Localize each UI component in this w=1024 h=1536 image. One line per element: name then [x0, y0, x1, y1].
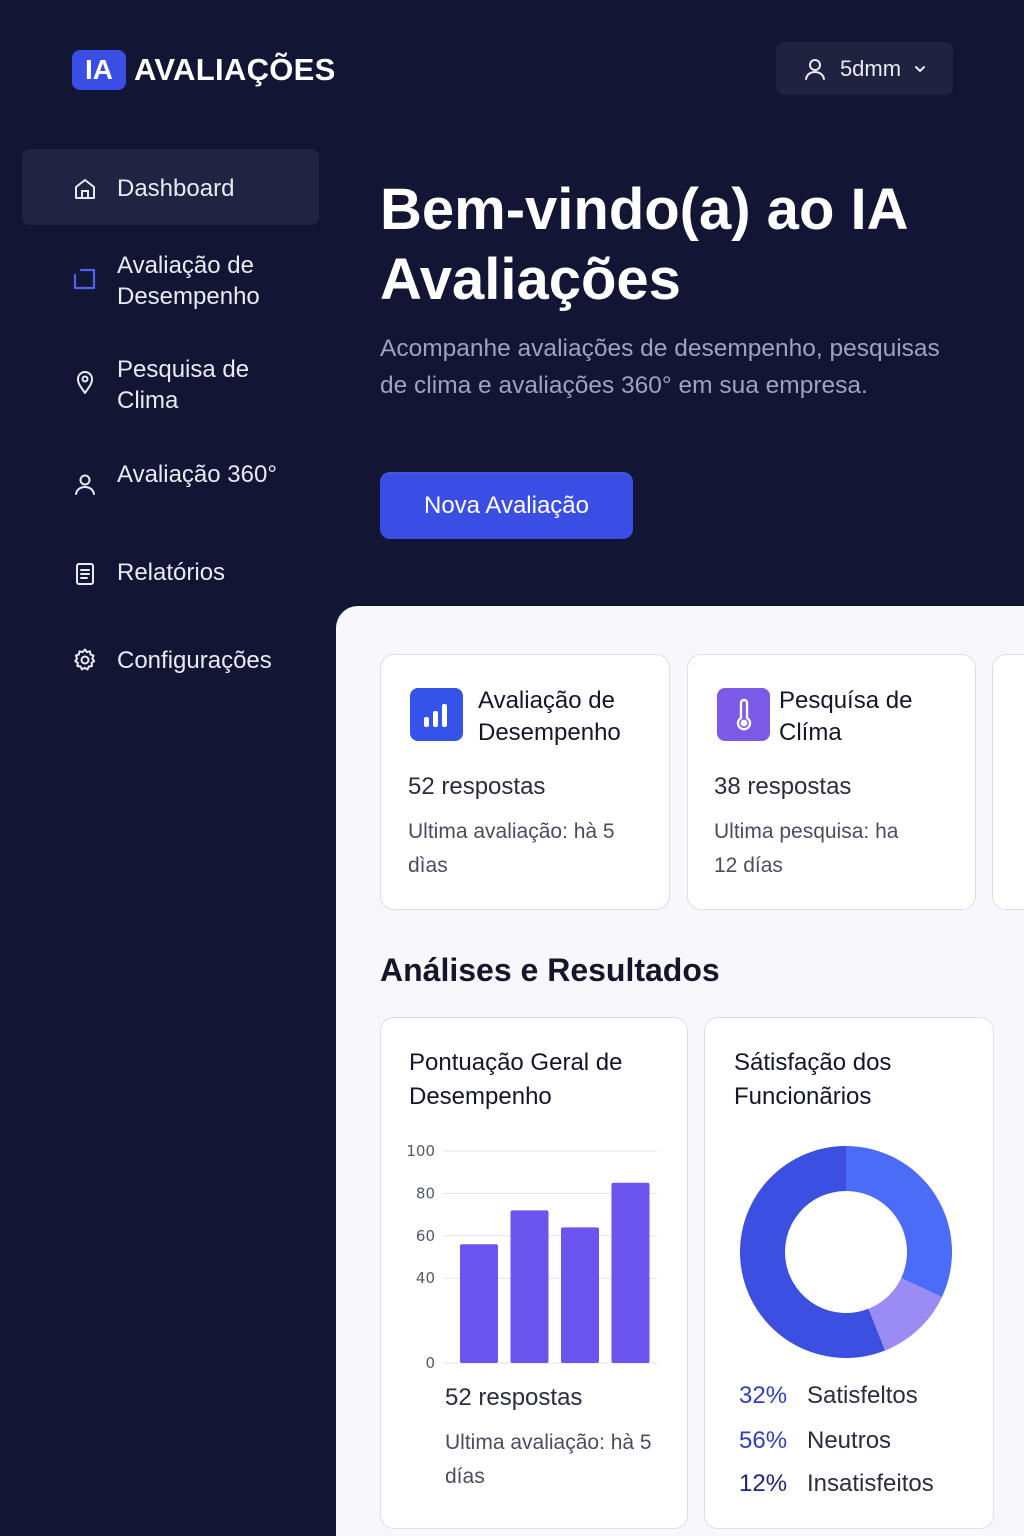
legend-item: 56% Neutros	[739, 1427, 891, 1455]
chart-meta: Ultima avaliação: hà 5 días	[445, 1431, 652, 1488]
card-meta: Ultima pesquisa: ha 12 días	[714, 820, 899, 877]
chart-count: 52 respostas	[445, 1384, 583, 1411]
section-title: Análises e Resultados	[380, 952, 720, 988]
logo-text: AVALIAÇÕES	[134, 52, 336, 87]
card-title: Pesquísa de Clíma	[779, 687, 913, 746]
sidebar-item-label: Configurações	[117, 647, 272, 674]
chart-title: Pontuação Geral de Desempenho	[409, 1049, 623, 1110]
y-tick-label: 40	[416, 1269, 435, 1287]
card-count: 52 respostas	[408, 773, 546, 800]
gear-icon	[74, 648, 96, 671]
summary-card-performance[interactable]: Avaliação de Desempenho 52 respostas Ult…	[380, 654, 670, 910]
rectangle-icon	[73, 268, 96, 290]
sidebar-item-settings[interactable]: Configurações	[22, 646, 319, 696]
legend-item: 32% Satisfeltos	[739, 1382, 918, 1410]
user-name: 5dmm	[839, 55, 902, 81]
chevron-down-icon	[915, 65, 926, 72]
legend-percent: 32%	[739, 1382, 788, 1409]
user-icon	[804, 58, 825, 80]
sidebar-item-label: Avaliação 360°	[117, 461, 277, 488]
card-meta: Ultima avaliação: hà 5 dìas	[408, 820, 615, 877]
page-title: Bem-vindo(a) ao IA Avaliações	[380, 177, 907, 312]
performance-chart-card: Pontuação Geral de Desempenho 0 40 60 80 100…	[380, 1017, 688, 1529]
y-tick-label: 100	[406, 1142, 435, 1160]
page-subtitle: Acompanhe avaliações de desempenho, pesq…	[380, 335, 940, 399]
thermometer-icon	[717, 688, 770, 741]
donut-slice	[846, 1146, 952, 1298]
legend-label: Neutros	[807, 1427, 892, 1454]
sidebar-item-label: Pesquisa de Clima	[117, 356, 250, 414]
sidebar-item-climate[interactable]: Pesquisa de Clima	[22, 353, 319, 423]
sidebar-item-label: Avaliação de Desempenho	[117, 252, 260, 310]
performance-bar-chart: 0 40 60 80 100	[406, 1142, 657, 1372]
satisfaction-chart-card: Sátisfação dos Funcionãrios 32% Satisfel…	[704, 1017, 994, 1529]
chart-title: Sátisfação dos Funcionãrios	[734, 1049, 892, 1110]
legend-label: Insatisfeitos	[807, 1470, 934, 1497]
sidebar-item-dashboard[interactable]: Dashboard	[22, 149, 319, 225]
bar	[611, 1182, 650, 1363]
legend-label: Satisfeltos	[807, 1382, 918, 1409]
bar	[510, 1210, 549, 1363]
location-pin-icon	[77, 371, 93, 394]
main-panel: Avaliação de Desempenho 52 respostas Ult…	[336, 606, 1024, 1536]
y-tick-label: 60	[416, 1227, 435, 1245]
user-menu-button[interactable]: 5dmm	[776, 42, 953, 95]
sidebar-item-performance[interactable]: Avaliação de Desempenho	[22, 249, 319, 319]
sidebar-item-reports[interactable]: Relatórios	[22, 554, 319, 604]
user-icon	[75, 474, 95, 495]
logo-badge: IA	[72, 50, 126, 90]
legend-percent: 12%	[739, 1470, 788, 1497]
bar-chart-icon	[410, 688, 463, 741]
sidebar-item-label: Dashboard	[117, 175, 235, 202]
card-title: Avaliação de Desempenho	[478, 687, 621, 746]
y-tick-label: 0	[425, 1354, 435, 1372]
legend-percent: 56%	[739, 1427, 788, 1454]
legend-item: 12% Insatisfeitos	[739, 1470, 934, 1498]
summary-card-climate[interactable]: Pesquísa de Clíma 38 respostas Ultima pe…	[687, 654, 976, 910]
sidebar-item-360[interactable]: Avaliação 360°	[22, 458, 319, 508]
card-count: 38 respostas	[714, 773, 852, 800]
home-icon	[75, 179, 95, 199]
summary-card-partial[interactable]	[992, 654, 1024, 910]
bar	[460, 1244, 498, 1363]
sidebar-item-label: Relatórios	[117, 559, 226, 586]
app-logo[interactable]: IA AVALIAÇÕES	[72, 50, 336, 90]
satisfaction-donut-chart	[740, 1146, 952, 1358]
document-icon	[76, 563, 94, 585]
new-evaluation-button[interactable]: Nova Avaliação	[380, 472, 633, 539]
y-tick-label: 80	[416, 1184, 435, 1202]
bar	[561, 1227, 599, 1363]
